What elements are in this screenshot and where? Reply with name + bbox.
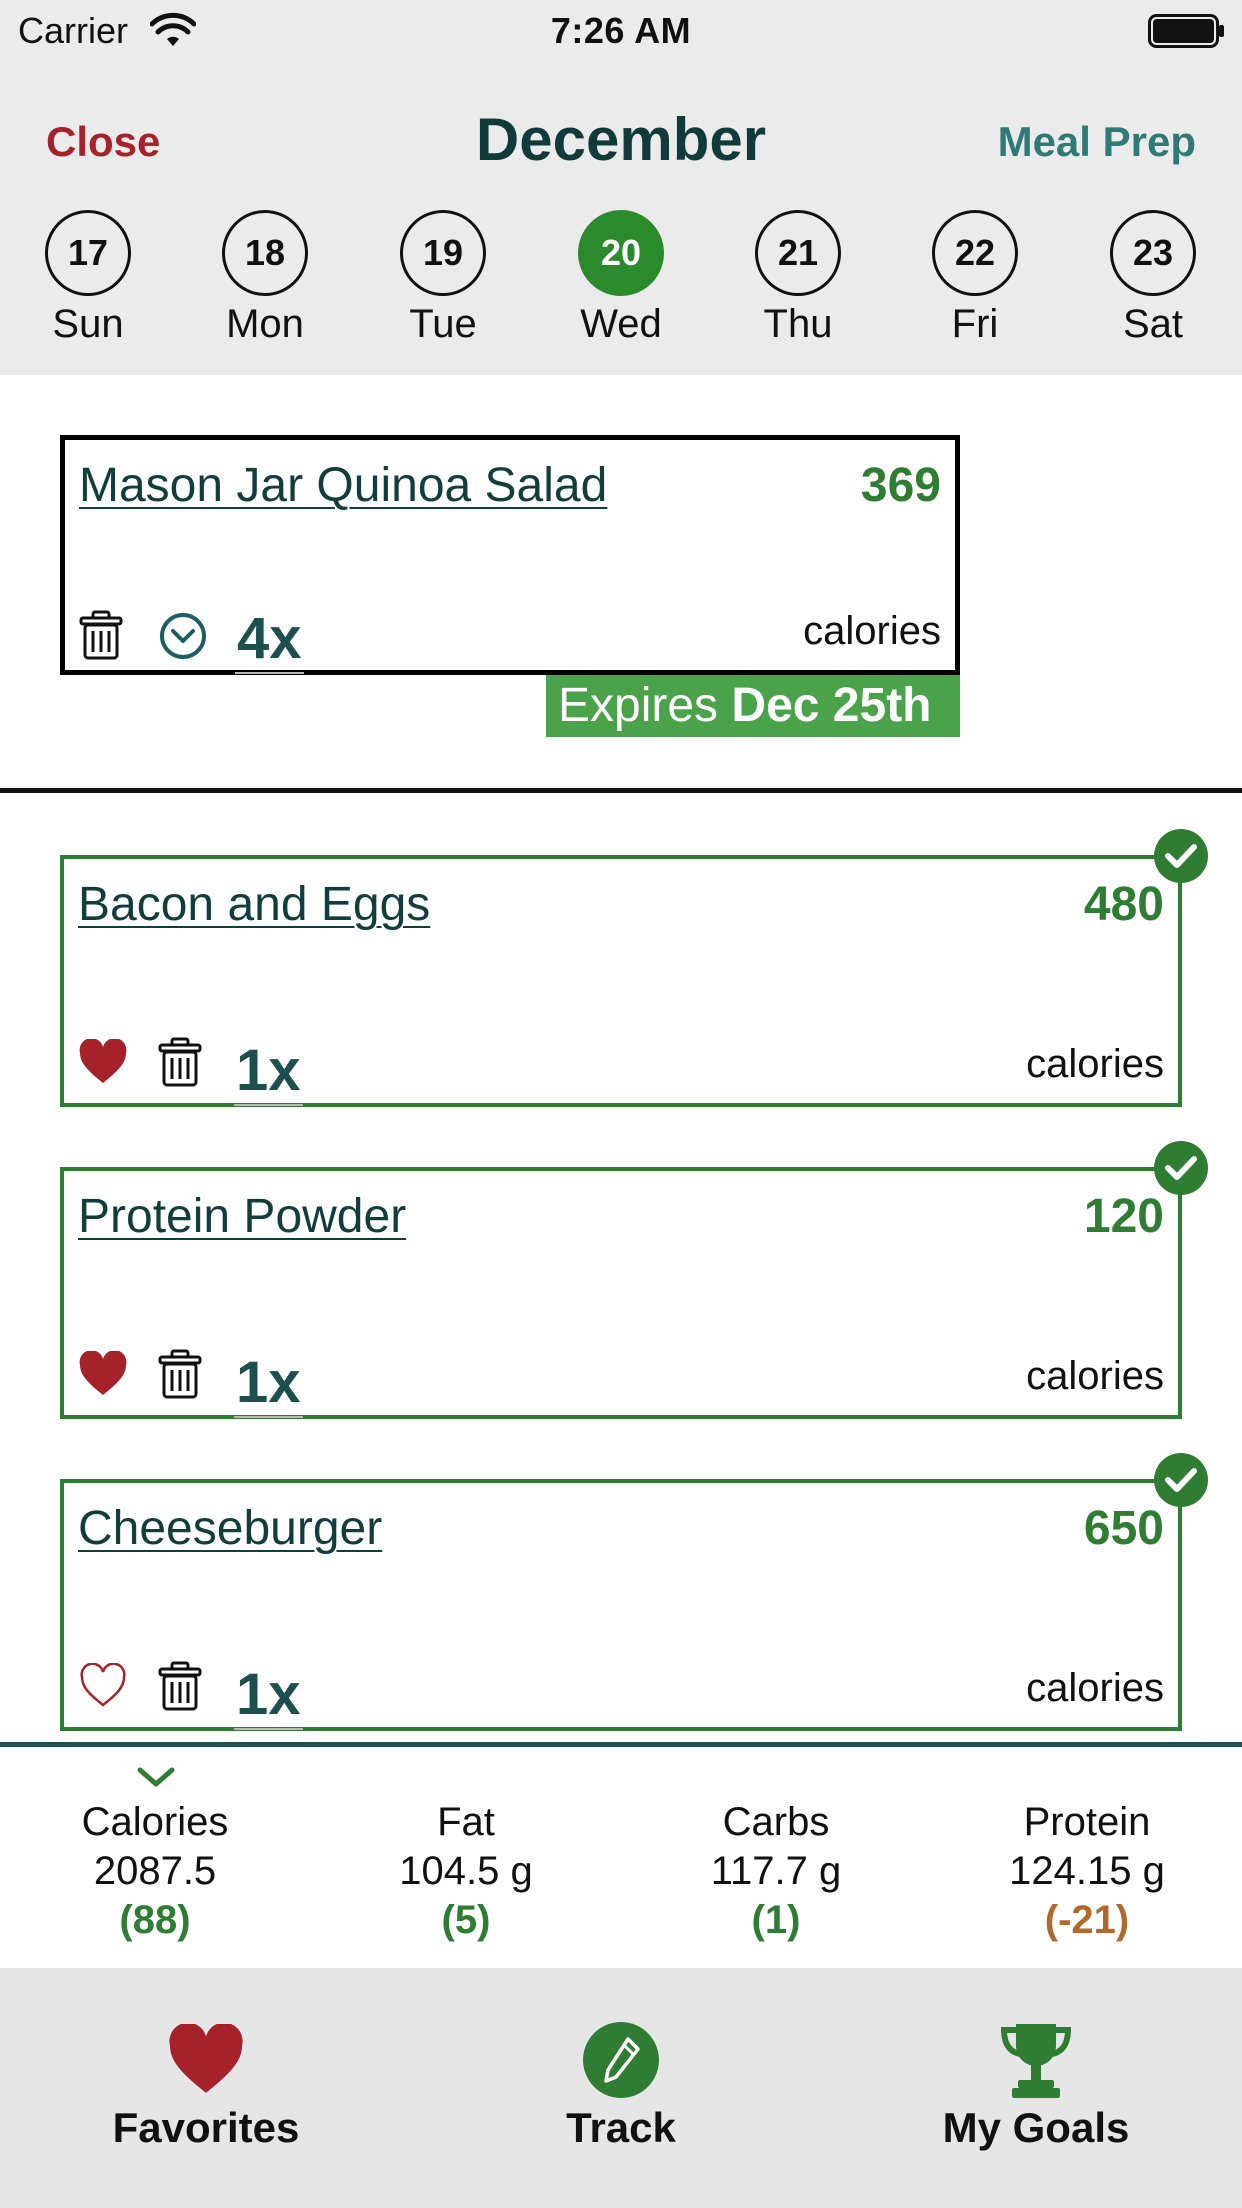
calories-label: calories bbox=[803, 609, 941, 653]
quantity-value[interactable]: 4x bbox=[235, 605, 304, 674]
summary-carbs[interactable]: Carbs 117.7 g (1) bbox=[621, 1800, 931, 1943]
day-sun[interactable]: 17 Sun bbox=[18, 210, 158, 347]
day-name: Mon bbox=[226, 302, 304, 346]
day-number: 18 bbox=[222, 210, 308, 296]
summary-diff: (1) bbox=[751, 1898, 801, 1942]
tab-label: Favorites bbox=[112, 2104, 300, 2151]
trash-icon[interactable] bbox=[79, 610, 123, 660]
calories-label: calories bbox=[1026, 1354, 1164, 1398]
trophy-icon bbox=[1000, 2024, 1072, 2098]
tab-favorites[interactable]: Favorites bbox=[56, 2020, 356, 2152]
heart-outline-icon[interactable] bbox=[78, 1663, 128, 1709]
summary-value: 104.5 g bbox=[399, 1849, 533, 1893]
summary-divider bbox=[0, 1742, 1242, 1747]
quantity-value[interactable]: 1x bbox=[234, 1037, 303, 1106]
quantity-value[interactable]: 1x bbox=[234, 1661, 303, 1730]
day-number: 23 bbox=[1110, 210, 1196, 296]
day-name: Fri bbox=[951, 302, 999, 346]
tab-label: Track bbox=[566, 2104, 676, 2151]
meal-prep-button[interactable]: Meal Prep bbox=[998, 118, 1196, 166]
expires-date: Dec 25th bbox=[731, 679, 932, 732]
day-name: Tue bbox=[409, 302, 477, 346]
check-icon bbox=[1154, 829, 1208, 883]
summary-diff: (88) bbox=[119, 1898, 191, 1942]
trash-icon[interactable] bbox=[158, 1661, 202, 1711]
meal-title-link[interactable]: Cheeseburger bbox=[78, 1501, 382, 1556]
day-name: Sun bbox=[52, 302, 124, 346]
summary-label: Carbs bbox=[722, 1800, 830, 1844]
summary-diff: (-21) bbox=[1044, 1898, 1130, 1942]
tab-track[interactable]: Track bbox=[471, 2020, 771, 2152]
tab-my-goals[interactable]: My Goals bbox=[886, 2020, 1186, 2152]
quantity-value[interactable]: 1x bbox=[234, 1349, 303, 1418]
summary-label: Protein bbox=[1023, 1800, 1151, 1844]
chevron-circle-down-icon[interactable] bbox=[159, 612, 207, 660]
expires-badge: Expires Dec 25th bbox=[546, 675, 960, 737]
trash-icon[interactable] bbox=[158, 1349, 202, 1399]
meal-card[interactable]: Bacon and Eggs 480 1x calories bbox=[60, 855, 1182, 1107]
day-name: Sat bbox=[1122, 302, 1184, 346]
battery-icon bbox=[1148, 14, 1224, 48]
meal-calories: 480 bbox=[1083, 878, 1164, 931]
meal-title-link[interactable]: Protein Powder bbox=[78, 1189, 406, 1244]
day-sat[interactable]: 23 Sat bbox=[1083, 210, 1223, 347]
chevron-down-icon[interactable] bbox=[134, 1762, 178, 1792]
meal-card[interactable]: Protein Powder 120 1x calories bbox=[60, 1167, 1182, 1419]
day-wed-selected[interactable]: 20 Wed bbox=[551, 210, 691, 347]
trash-icon[interactable] bbox=[158, 1037, 202, 1087]
meal-calories: 120 bbox=[1083, 1190, 1164, 1243]
meal-card[interactable]: Cheeseburger 650 1x calories bbox=[60, 1479, 1182, 1731]
check-icon bbox=[1154, 1141, 1208, 1195]
heart-icon bbox=[169, 2024, 243, 2093]
summary-fat[interactable]: Fat 104.5 g (5) bbox=[311, 1800, 621, 1943]
summary-value: 2087.5 bbox=[93, 1849, 217, 1893]
summary-label: Fat bbox=[437, 1800, 495, 1844]
expires-prefix: Expires bbox=[558, 679, 719, 732]
day-thu[interactable]: 21 Thu bbox=[728, 210, 868, 347]
summary-protein[interactable]: Protein 124.15 g (-21) bbox=[932, 1800, 1242, 1943]
day-number: 19 bbox=[400, 210, 486, 296]
day-tue[interactable]: 19 Tue bbox=[373, 210, 513, 347]
day-name: Thu bbox=[763, 302, 833, 346]
day-number: 22 bbox=[932, 210, 1018, 296]
day-mon[interactable]: 18 Mon bbox=[195, 210, 335, 347]
summary-value: 124.15 g bbox=[1009, 1849, 1165, 1893]
pencil-icon bbox=[583, 2022, 659, 2098]
calories-label: calories bbox=[1026, 1666, 1164, 1710]
heart-filled-icon[interactable] bbox=[78, 1351, 128, 1397]
meal-calories: 369 bbox=[860, 459, 941, 512]
calories-label: calories bbox=[1026, 1042, 1164, 1086]
status-time: 7:26 AM bbox=[550, 10, 692, 51]
section-divider bbox=[0, 788, 1242, 793]
tab-label: My Goals bbox=[942, 2104, 1130, 2151]
day-fri[interactable]: 22 Fri bbox=[905, 210, 1045, 347]
meal-prep-card[interactable]: Mason Jar Quinoa Salad 369 4x calories bbox=[60, 435, 960, 675]
day-number: 17 bbox=[45, 210, 131, 296]
day-number: 20 bbox=[578, 210, 664, 296]
summary-calories[interactable]: Calories 2087.5 (88) bbox=[0, 1800, 310, 1943]
day-number: 21 bbox=[755, 210, 841, 296]
check-icon bbox=[1154, 1453, 1208, 1507]
meal-title-link[interactable]: Mason Jar Quinoa Salad bbox=[79, 458, 607, 513]
meal-title-link[interactable]: Bacon and Eggs bbox=[78, 877, 430, 932]
meal-calories: 650 bbox=[1083, 1502, 1164, 1555]
summary-diff: (5) bbox=[441, 1898, 491, 1942]
summary-label: Calories bbox=[81, 1800, 229, 1844]
heart-filled-icon[interactable] bbox=[78, 1039, 128, 1085]
day-name: Wed bbox=[580, 302, 662, 346]
summary-value: 117.7 g bbox=[710, 1849, 842, 1893]
